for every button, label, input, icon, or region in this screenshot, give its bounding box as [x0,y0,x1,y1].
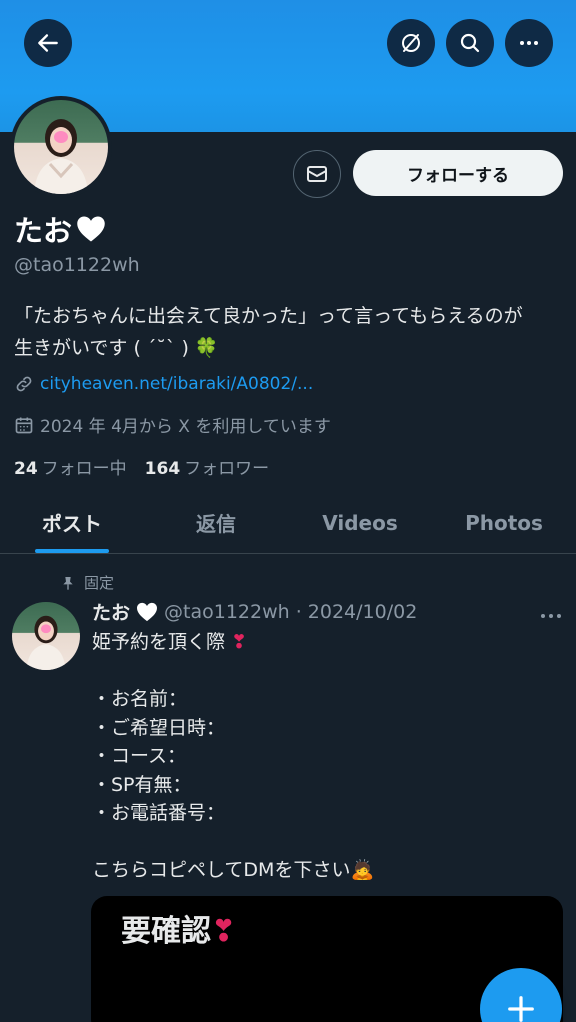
post-more-button[interactable] [540,600,562,624]
profile-name-text: たお [14,214,73,248]
post-item-date: ・ご希望日時： [92,716,226,739]
back-button[interactable] [24,19,72,67]
post-item-course: ・コース： [92,745,187,767]
following-link[interactable]: 24 フォロー中 [14,454,127,479]
follow-button[interactable]: フォローする [353,150,563,196]
mail-icon [307,166,327,182]
tab-posts[interactable]: ポスト [0,492,144,553]
profile-link[interactable]: cityheaven.net/ibaraki/A0802/... [40,374,313,394]
bio-line-1: 「たおちゃんに出会えて良かった」って言ってもらえるのが [14,305,523,327]
post-body: 姫予約を頂く際 ❣ ・お名前： ・ご希望日時： ・コース： ・SP有無： ・お電… [92,628,562,885]
profile-avatar[interactable] [10,96,112,198]
post-item-sp: ・SP有無： [92,773,192,796]
plus-icon [508,996,534,1022]
bowing-emoji: 🙇 [350,859,375,881]
search-icon [460,33,480,53]
post-avatar[interactable] [12,602,80,670]
heart-exclamation-emoji: ❣ [231,631,247,653]
calendar-icon [15,417,33,433]
post-author-name[interactable]: たお [92,598,130,625]
tab-videos[interactable]: Videos [288,492,432,553]
profile-link-row[interactable]: cityheaven.net/ibaraki/A0802/... [14,374,313,394]
more-button[interactable] [505,19,553,67]
pin-icon [63,576,73,590]
media-text: 要確認 [121,914,211,949]
followers-count: 164 [144,459,181,479]
profile-joined: 2024 年 4月から X を利用しています [40,417,331,437]
slash-circle-icon [402,34,420,52]
pinned-label: 固定 [84,574,115,592]
tab-replies[interactable]: 返信 [144,492,288,553]
more-icon [541,614,561,618]
media-heart-exclamation: ❣ [211,914,237,949]
following-label: フォロー中 [41,459,127,479]
post-item-name: ・お名前： [92,688,188,710]
post-closing: こちらコピペしてDMを下さい [92,859,351,881]
pinned-indicator: 固定 [60,572,114,593]
media-caption: 要確認❣ [121,906,236,950]
message-button[interactable] [293,150,341,198]
followers-link[interactable]: 164 フォロワー [145,454,270,479]
link-icon [16,376,32,392]
profile-name: たお [14,208,106,250]
avatar-image [14,100,108,194]
post-item-phone: ・お電話番号： [92,802,226,824]
profile-joined-row: 2024 年 4月から X を利用しています [14,412,331,437]
followers-label: フォロワー [184,459,270,479]
clover-emoji: 🍀 [194,337,219,359]
grok-button[interactable] [387,19,435,67]
arrow-left-icon [38,34,58,52]
following-count: 24 [14,459,38,479]
post-handle-date: @tao1122wh · 2024/10/02 [164,600,418,623]
bio-line-2: 生きがいです ( ´˘` ) [14,337,189,359]
profile-bio: 「たおちゃんに出会えて良かった」って言ってもらえるのが 生きがいです ( ´˘`… [14,300,564,364]
tab-photos[interactable]: Photos [432,492,576,553]
profile-handle: @tao1122wh [14,254,140,276]
more-icon [520,41,538,45]
profile-stats: 24 フォロー中 164 フォロワー [14,454,269,479]
search-button[interactable] [446,19,494,67]
white-heart-icon [137,602,158,621]
white-heart-icon [77,216,105,242]
post-header: たお @tao1122wh · 2024/10/02 [92,598,562,625]
post-line-1: 姫予約を頂く際 [92,631,226,653]
profile-tabs: ポスト 返信 Videos Photos [0,492,576,554]
